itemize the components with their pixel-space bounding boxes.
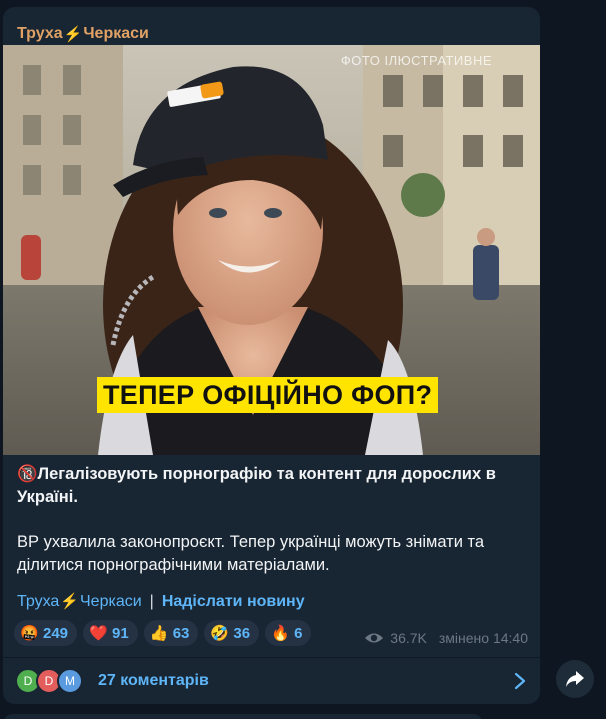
lightning-icon: ⚡ xyxy=(63,26,83,43)
channel-link-left: Труха xyxy=(17,593,60,610)
reaction-count: 63 xyxy=(172,624,190,642)
submit-news-link[interactable]: Надіслати новину xyxy=(162,593,305,611)
heart-icon: ❤️ xyxy=(89,624,108,642)
fire-icon: 🔥 xyxy=(271,624,290,642)
message-meta: 36.7K змінено 14:40 xyxy=(364,630,528,646)
thumbs-up-icon: 👍 xyxy=(149,624,169,642)
post-headline: 🔞Легалізовують порнографію та контент дл… xyxy=(17,463,517,509)
commenter-avatars: D D M xyxy=(15,668,83,694)
chevron-right-icon xyxy=(514,672,526,690)
views-count: 36.7K xyxy=(390,630,427,646)
reaction-rofl[interactable]: 🤣 36 xyxy=(204,620,260,646)
channel-name-left: Труха xyxy=(17,25,63,42)
comments-button[interactable]: D D M 27 коментарів xyxy=(3,658,540,704)
channel-link[interactable]: Труха⚡Черкаси xyxy=(17,592,142,611)
reaction-heart[interactable]: ❤️ 91 xyxy=(83,620,138,646)
reaction-fire[interactable]: 🔥 6 xyxy=(265,620,312,646)
reaction-count: 6 xyxy=(294,624,303,642)
reactions-bar: 🤬 249 ❤️ 91 👍 63 🤣 36 🔥 6 xyxy=(14,620,312,646)
share-arrow-icon xyxy=(566,671,584,687)
post-headline-text: Легалізовують порнографію та контент для… xyxy=(17,465,496,506)
photo-watermark: ФОТО ІЛЮСТРАТИВНЕ xyxy=(340,53,492,68)
post-body: ВР ухвалила законопроєкт. Тепер українці… xyxy=(17,533,485,574)
channel-link-right: Черкаси xyxy=(80,593,142,610)
post-links: Труха⚡Черкаси | Надіслати новину xyxy=(17,592,305,611)
rofl-icon: 🤣 xyxy=(210,624,230,642)
link-separator: | xyxy=(149,592,154,610)
reaction-count: 91 xyxy=(112,624,129,642)
share-button[interactable] xyxy=(556,660,594,698)
reaction-count: 36 xyxy=(233,624,251,642)
lightning-icon: ⚡ xyxy=(60,593,79,610)
reaction-thumbs-up[interactable]: 👍 63 xyxy=(143,620,199,646)
channel-name[interactable]: Труха ⚡ Черкаси xyxy=(17,25,149,43)
channel-name-right: Черкаси xyxy=(83,25,149,42)
adult-18-icon: 🔞 xyxy=(17,465,38,483)
next-message-bubble xyxy=(3,714,483,719)
edited-time: змінено 14:40 xyxy=(438,630,528,646)
reaction-angry[interactable]: 🤬 249 xyxy=(14,620,78,646)
photo-caption-overlay: ТЕПЕР ОФІЦІЙНО ФОП? xyxy=(97,377,439,413)
eye-icon xyxy=(365,633,384,643)
message-bubble: Труха ⚡ Черкаси ФОТО ІЛЮСТРАТИВНЕ ТЕПЕР … xyxy=(3,7,540,704)
avatar: M xyxy=(57,668,83,694)
reaction-count: 249 xyxy=(43,624,69,642)
angry-face-icon: 🤬 xyxy=(20,624,39,642)
comments-count-label: 27 коментарів xyxy=(98,672,209,689)
post-photo[interactable]: ФОТО ІЛЮСТРАТИВНЕ ТЕПЕР ОФІЦІЙНО ФОП? xyxy=(3,45,540,455)
